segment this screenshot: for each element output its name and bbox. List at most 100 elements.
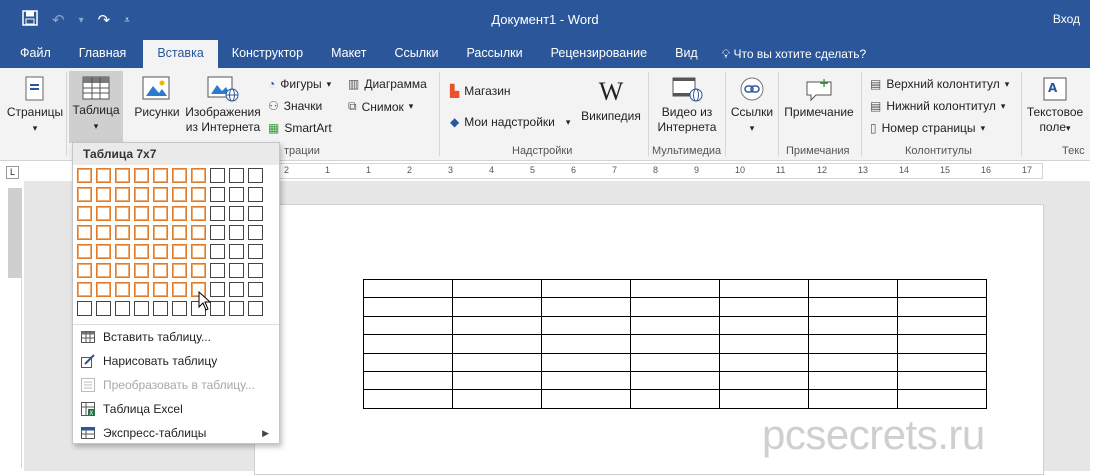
grid-cell[interactable]: [115, 206, 130, 221]
grid-cell[interactable]: [229, 225, 244, 240]
grid-cell[interactable]: [210, 263, 225, 278]
grid-cell[interactable]: [134, 301, 149, 316]
table-cell[interactable]: [719, 389, 809, 409]
grid-cell[interactable]: [96, 263, 111, 278]
grid-cell[interactable]: [153, 225, 168, 240]
table-cell[interactable]: [630, 297, 720, 317]
grid-cell[interactable]: [77, 206, 92, 221]
table-cell[interactable]: [719, 370, 809, 391]
vertical-ruler[interactable]: [8, 188, 22, 468]
table-grid-picker[interactable]: [77, 168, 263, 316]
chart-button[interactable]: ▥ Диаграмма: [348, 77, 427, 91]
grid-cell[interactable]: [77, 225, 92, 240]
grid-cell[interactable]: [96, 225, 111, 240]
grid-cell[interactable]: [77, 168, 92, 183]
grid-cell[interactable]: [115, 244, 130, 259]
table-cell[interactable]: [808, 315, 898, 336]
grid-cell[interactable]: [134, 206, 149, 221]
table-cell[interactable]: [719, 315, 809, 336]
table-cell[interactable]: [363, 278, 453, 299]
grid-cell[interactable]: [115, 282, 130, 297]
tab-mailings[interactable]: Рассылки: [452, 40, 536, 68]
grid-cell[interactable]: [96, 282, 111, 297]
grid-cell[interactable]: [172, 263, 187, 278]
grid-cell[interactable]: [96, 301, 111, 316]
grid-cell[interactable]: [172, 206, 187, 221]
table-button[interactable]: Таблица ▾: [69, 76, 123, 134]
table-cell[interactable]: [541, 370, 631, 391]
links-button[interactable]: Ссылки ▾: [728, 76, 776, 136]
table-cell[interactable]: [452, 352, 542, 372]
online-pictures-button[interactable]: Изображения из Интернета: [182, 76, 264, 135]
table-cell[interactable]: [541, 278, 631, 299]
table-cell[interactable]: [363, 315, 453, 336]
table-cell[interactable]: [630, 352, 720, 372]
my-addins-button[interactable]: ◆ Мои надстройки ▾: [450, 115, 570, 129]
addins-dropdown-icon[interactable]: ▾: [566, 117, 571, 128]
draw-table-item[interactable]: Нарисовать таблицу: [73, 349, 279, 373]
table-cell[interactable]: [808, 297, 898, 317]
tab-insert[interactable]: Вставка: [143, 40, 218, 68]
document-table[interactable]: [363, 278, 987, 409]
grid-cell[interactable]: [248, 282, 263, 297]
table-cell[interactable]: [808, 334, 898, 354]
grid-cell[interactable]: [172, 282, 187, 297]
shapes-button[interactable]: ◔ Фигуры ▾: [268, 77, 331, 91]
grid-cell[interactable]: [248, 263, 263, 278]
grid-cell[interactable]: [172, 168, 187, 183]
table-cell[interactable]: [897, 389, 987, 409]
table-cell[interactable]: [719, 352, 809, 372]
table-cell[interactable]: [363, 352, 453, 372]
grid-cell[interactable]: [153, 301, 168, 316]
table-cell[interactable]: [808, 278, 898, 299]
grid-cell[interactable]: [210, 244, 225, 259]
table-cell[interactable]: [452, 315, 542, 336]
table-cell[interactable]: [541, 297, 631, 317]
excel-table-item[interactable]: X Таблица Excel: [73, 397, 279, 421]
table-cell[interactable]: [452, 389, 542, 409]
tab-view[interactable]: Вид: [661, 40, 712, 68]
grid-cell[interactable]: [248, 206, 263, 221]
table-cell[interactable]: [452, 297, 542, 317]
grid-cell[interactable]: [115, 263, 130, 278]
grid-cell[interactable]: [134, 187, 149, 202]
table-cell[interactable]: [630, 389, 720, 409]
table-cell[interactable]: [630, 278, 720, 299]
table-cell[interactable]: [719, 297, 809, 317]
grid-cell[interactable]: [153, 244, 168, 259]
tab-selector[interactable]: L: [6, 166, 19, 179]
grid-cell[interactable]: [191, 225, 206, 240]
grid-cell[interactable]: [115, 225, 130, 240]
grid-cell[interactable]: [248, 244, 263, 259]
header-button[interactable]: ▤ Верхний колонтитул ▾: [870, 77, 1009, 91]
pictures-button[interactable]: Рисунки: [132, 76, 182, 120]
grid-cell[interactable]: [77, 282, 92, 297]
table-cell[interactable]: [541, 315, 631, 336]
table-cell[interactable]: [541, 352, 631, 372]
grid-cell[interactable]: [115, 301, 130, 316]
grid-cell[interactable]: [229, 206, 244, 221]
table-cell[interactable]: [363, 370, 453, 391]
signin-link[interactable]: Вход: [1053, 12, 1080, 26]
tab-design[interactable]: Конструктор: [218, 40, 317, 68]
table-cell[interactable]: [897, 278, 987, 299]
grid-cell[interactable]: [134, 168, 149, 183]
grid-cell[interactable]: [172, 301, 187, 316]
grid-cell[interactable]: [172, 187, 187, 202]
table-cell[interactable]: [808, 370, 898, 391]
grid-cell[interactable]: [191, 244, 206, 259]
wikipedia-button[interactable]: W Википедия: [578, 78, 644, 124]
grid-cell[interactable]: [115, 168, 130, 183]
grid-cell[interactable]: [248, 187, 263, 202]
insert-table-item[interactable]: Вставить таблицу...: [73, 325, 279, 349]
table-cell[interactable]: [897, 370, 987, 391]
table-cell[interactable]: [452, 334, 542, 354]
grid-cell[interactable]: [77, 263, 92, 278]
grid-cell[interactable]: [229, 187, 244, 202]
textbox-button[interactable]: A Текстовое поле▾: [1024, 76, 1086, 136]
grid-cell[interactable]: [153, 187, 168, 202]
smartart-button[interactable]: ▦ SmartArt: [268, 121, 332, 135]
icons-button[interactable]: ⚇ Значки: [268, 99, 322, 113]
grid-cell[interactable]: [210, 282, 225, 297]
table-cell[interactable]: [897, 334, 987, 354]
